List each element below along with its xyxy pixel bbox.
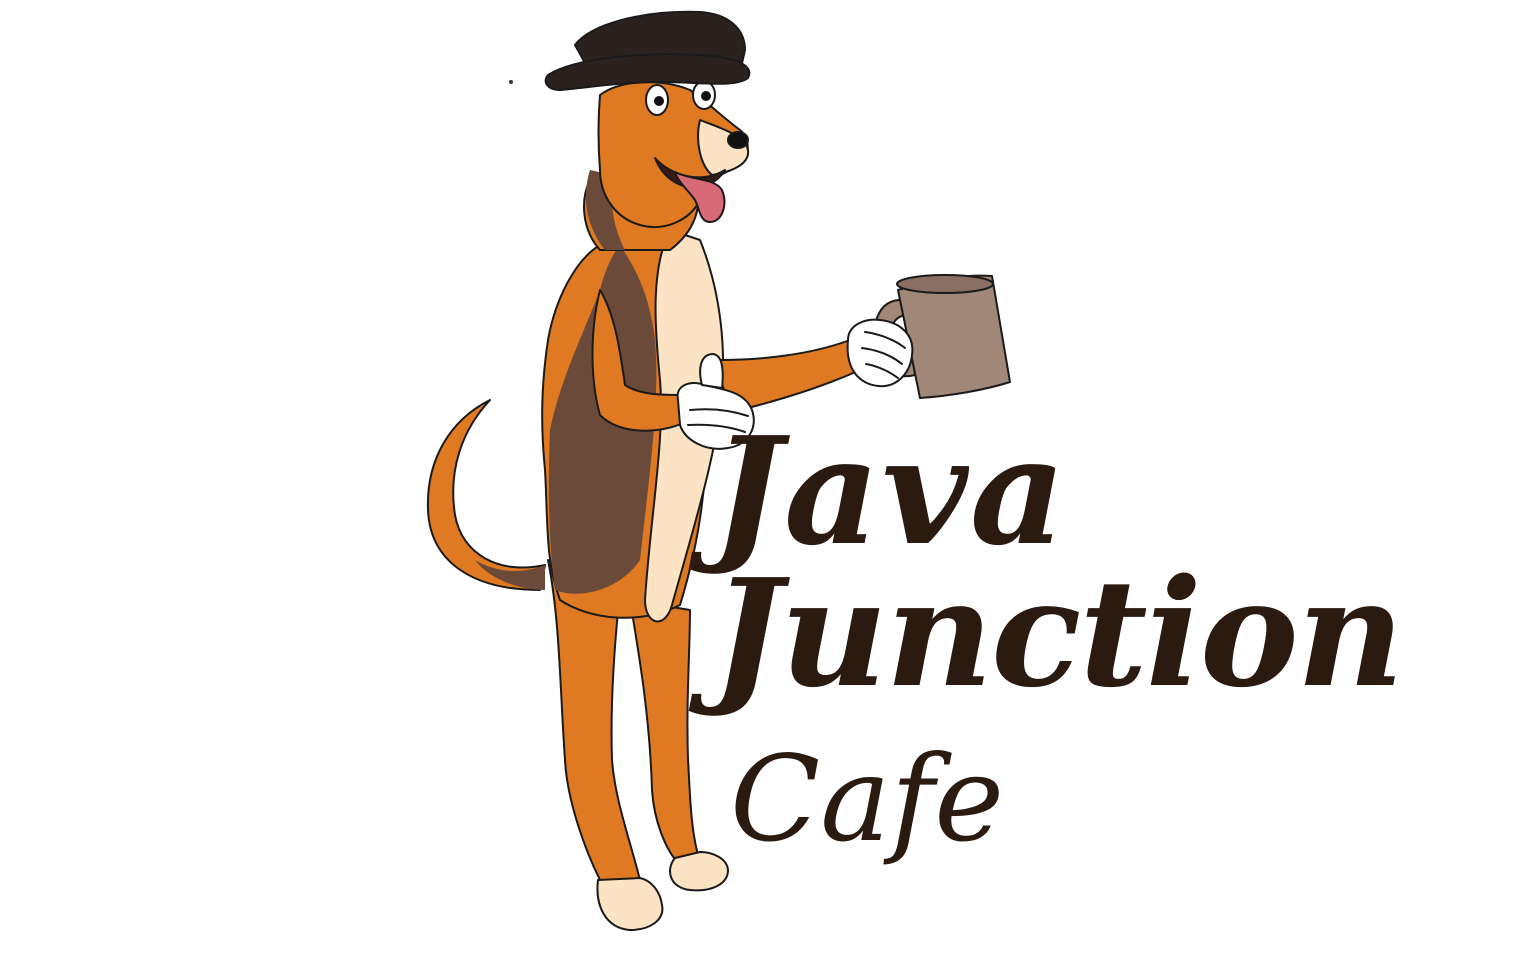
- mug-body: [897, 274, 1011, 399]
- dog-tail: [426, 399, 546, 591]
- wordmark-cafe: Cafe: [730, 730, 1004, 868]
- tricorn-hat-icon: [544, 10, 751, 91]
- dog-pupil-left: [654, 96, 664, 106]
- java-junction-logo: Java Junction Cafe: [426, 10, 1404, 931]
- wordmark: Java Junction Cafe: [688, 404, 1404, 868]
- mug-rim: [896, 274, 994, 294]
- wordmark-junction: Junction: [688, 546, 1402, 720]
- dog-nose: [727, 131, 749, 149]
- thumb-glove-thumb: [699, 353, 724, 389]
- logo-canvas: Java Junction Cafe: [0, 0, 1520, 966]
- dog-pupil-right: [701, 91, 711, 101]
- dog-front-leg: [629, 599, 701, 866]
- dog-front-paw: [669, 851, 729, 892]
- stray-dot: [509, 80, 513, 84]
- dog-back-paw: [596, 877, 664, 931]
